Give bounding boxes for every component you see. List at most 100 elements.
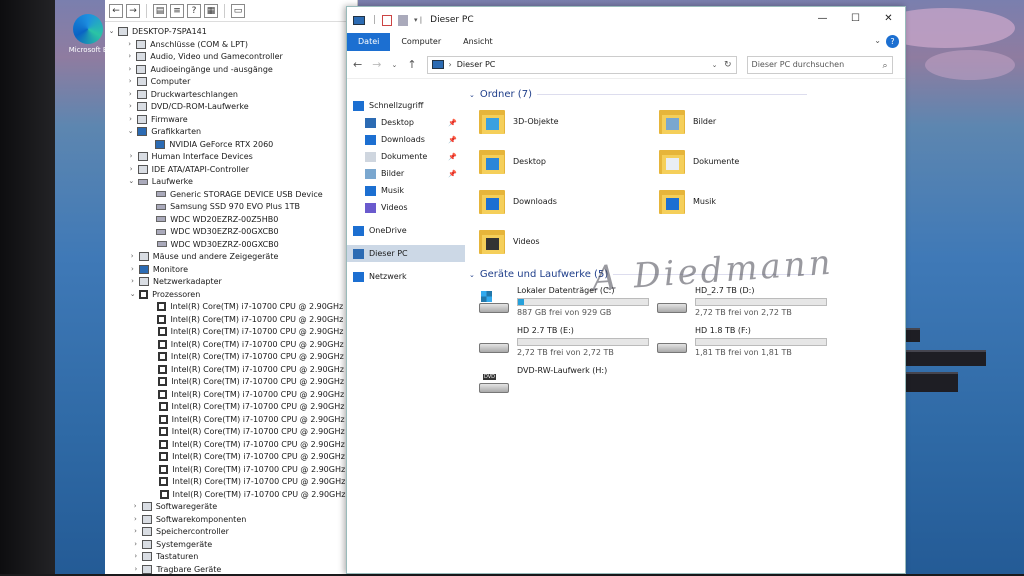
expand-chevron-icon[interactable]: ⌄ bbox=[127, 175, 136, 188]
device-tree-item[interactable]: › Netzwerkadapter bbox=[128, 275, 222, 288]
nav-item-onedrive[interactable]: OneDrive bbox=[347, 222, 465, 239]
device-tree-item[interactable]: › Tastaturen bbox=[131, 550, 198, 563]
device-tree-item[interactable]: Intel(R) Core(TM) i7-10700 CPU @ 2.90GHz bbox=[147, 325, 344, 338]
device-tree-item[interactable]: Intel(R) Core(TM) i7-10700 CPU @ 2.90GHz bbox=[147, 350, 344, 363]
device-tree-item[interactable]: › Human Interface Devices bbox=[127, 150, 253, 163]
device-tree-item[interactable]: ⌄ Prozessoren bbox=[128, 288, 200, 301]
refresh-icon[interactable]: ↻ bbox=[724, 60, 732, 70]
help-icon[interactable]: ? bbox=[886, 35, 899, 48]
nav-item-dokumente[interactable]: Dokumente 📌 bbox=[347, 148, 465, 165]
collapse-chevron-icon[interactable]: › bbox=[131, 525, 140, 538]
expand-chevron-icon[interactable]: ⌄ bbox=[126, 125, 135, 138]
properties-check-icon[interactable] bbox=[382, 14, 393, 26]
tab-datei[interactable]: Datei bbox=[347, 33, 391, 51]
drive-item[interactable]: DVD DVD-RW-Laufwerk (H:) bbox=[479, 365, 607, 393]
pin-icon[interactable]: 📌 bbox=[448, 153, 457, 161]
folder-item[interactable]: Downloads bbox=[479, 187, 557, 215]
forward-arrow-icon[interactable]: → bbox=[372, 58, 381, 71]
up-arrow-icon[interactable]: ↑ bbox=[407, 58, 416, 71]
nav-item-dieser-pc[interactable]: Dieser PC bbox=[347, 245, 465, 262]
folder-item[interactable]: 3D-Objekte bbox=[479, 107, 559, 135]
device-tree-item[interactable]: Intel(R) Core(TM) i7-10700 CPU @ 2.90GHz bbox=[146, 300, 343, 313]
minimize-icon[interactable]: — bbox=[806, 7, 839, 29]
device-tree-item[interactable]: Intel(R) Core(TM) i7-10700 CPU @ 2.90GHz bbox=[147, 375, 344, 388]
device-tree-item[interactable]: Intel(R) Core(TM) i7-10700 CPU @ 2.90GHz bbox=[148, 400, 344, 413]
recent-dropdown-icon[interactable]: ⌄ bbox=[391, 61, 397, 69]
expand-chevron-icon[interactable]: ⌄ bbox=[128, 288, 137, 301]
search-input[interactable]: Dieser PC durchsuchen ⌕ bbox=[746, 55, 893, 74]
device-tree-item[interactable]: Intel(R) Core(TM) i7-10700 CPU @ 2.90GHz bbox=[148, 463, 345, 476]
collapse-chevron-icon[interactable]: › bbox=[126, 88, 135, 101]
back-arrow-icon[interactable]: ← bbox=[353, 58, 362, 71]
pin-icon[interactable]: 📌 bbox=[448, 170, 457, 178]
nav-item-netzwerk[interactable]: Netzwerk bbox=[347, 268, 465, 285]
device-tree-item[interactable]: Intel(R) Core(TM) i7-10700 CPU @ 2.90GHz bbox=[147, 338, 344, 351]
folder-item[interactable]: Musik bbox=[659, 187, 716, 215]
properties-icon[interactable]: ▤ bbox=[153, 3, 167, 18]
device-tree-item[interactable]: Intel(R) Core(TM) i7-10700 CPU @ 2.90GHz bbox=[148, 475, 345, 488]
device-tree-item[interactable]: Intel(R) Core(TM) i7-10700 CPU @ 2.90GHz bbox=[147, 363, 344, 376]
nav-item-downloads[interactable]: Downloads 📌 bbox=[347, 131, 465, 148]
collapse-chevron-icon[interactable]: › bbox=[131, 513, 140, 526]
device-tree-item[interactable]: WDC WD20EZRZ-00Z5HB0 bbox=[145, 213, 278, 226]
collapse-chevron-icon[interactable]: › bbox=[127, 150, 136, 163]
device-tree-item[interactable]: ⌄ DESKTOP-7SPA141 bbox=[107, 25, 207, 38]
device-tree-item[interactable]: › Monitore bbox=[128, 263, 188, 276]
back-arrow-icon[interactable]: ← bbox=[109, 3, 123, 18]
folder-item[interactable]: Videos bbox=[479, 227, 540, 255]
collapse-chevron-icon[interactable]: › bbox=[125, 50, 134, 63]
device-tree-item[interactable]: WDC WD30EZRZ-00GXCB0 bbox=[146, 238, 279, 251]
maximize-icon[interactable]: ☐ bbox=[839, 7, 872, 29]
pin-icon[interactable]: 📌 bbox=[448, 119, 457, 127]
new-folder-icon[interactable] bbox=[398, 14, 409, 26]
address-field[interactable]: › Dieser PC ⌄ ↻ bbox=[426, 55, 737, 74]
device-tree-item[interactable]: › Softwarekomponenten bbox=[131, 513, 246, 526]
collapse-chevron-icon[interactable]: › bbox=[128, 275, 137, 288]
forward-arrow-icon[interactable]: → bbox=[126, 3, 140, 18]
pin-icon[interactable]: 📌 bbox=[448, 136, 457, 144]
collapse-chevron-icon[interactable]: › bbox=[126, 113, 135, 126]
device-tree-item[interactable]: › Computer bbox=[126, 75, 190, 88]
collapse-chevron-icon[interactable]: › bbox=[131, 538, 140, 551]
folder-item[interactable]: Dokumente bbox=[659, 147, 739, 175]
address-dropdown-icon[interactable]: ⌄ bbox=[712, 61, 718, 69]
collapse-chevron-icon[interactable]: › bbox=[127, 163, 136, 176]
details-icon[interactable]: ▦ bbox=[204, 3, 218, 18]
help-icon[interactable]: ? bbox=[187, 3, 201, 18]
collapse-chevron-icon[interactable]: › bbox=[125, 38, 134, 51]
device-tree-item[interactable]: › Softwaregeräte bbox=[131, 500, 217, 513]
tab-ansicht[interactable]: Ansicht bbox=[452, 33, 504, 51]
device-tree-item[interactable]: › Audio, Video und Gamecontroller bbox=[125, 50, 283, 63]
device-tree-item[interactable]: Intel(R) Core(TM) i7-10700 CPU @ 2.90GHz bbox=[149, 488, 345, 501]
folders-group-header[interactable]: ⌄ Ordner (7) bbox=[469, 89, 807, 100]
device-tree-item[interactable]: ⌄ Laufwerke bbox=[127, 175, 193, 188]
device-tree-item[interactable]: › Audioeingänge und -ausgänge bbox=[125, 63, 273, 76]
device-tree-item[interactable]: › Mäuse und andere Zeigegeräte bbox=[128, 250, 278, 263]
device-tree-item[interactable]: › Druckwarteschlangen bbox=[126, 88, 238, 101]
collapse-chevron-icon[interactable]: › bbox=[131, 550, 140, 563]
device-tree-item[interactable]: › IDE ATA/ATAPI-Controller bbox=[127, 163, 249, 176]
device-tree-item[interactable]: WDC WD30EZRZ-00GXCB0 bbox=[145, 225, 279, 238]
collapse-chevron-icon[interactable]: › bbox=[125, 63, 134, 76]
device-tree-item[interactable]: NVIDIA GeForce RTX 2060 bbox=[144, 138, 273, 151]
device-tree-item[interactable]: Intel(R) Core(TM) i7-10700 CPU @ 2.90GHz bbox=[148, 425, 345, 438]
collapse-chevron-icon[interactable]: › bbox=[128, 263, 137, 276]
device-tree-item[interactable]: › Firmware bbox=[126, 113, 188, 126]
quick-access-dropdown-icon[interactable]: ▾ | bbox=[414, 16, 422, 24]
monitor-scan-icon[interactable]: ▭ bbox=[231, 3, 245, 18]
device-tree-item[interactable]: Intel(R) Core(TM) i7-10700 CPU @ 2.90GHz bbox=[146, 313, 343, 326]
collapse-chevron-icon[interactable]: › bbox=[128, 250, 137, 263]
device-tree-item[interactable]: Generic STORAGE DEVICE USB Device bbox=[145, 188, 323, 201]
nav-item-desktop[interactable]: Desktop 📌 bbox=[347, 114, 465, 131]
collapse-chevron-icon[interactable]: › bbox=[131, 500, 140, 513]
drive-item[interactable]: HD 1.8 TB (F:) 1,81 TB frei von 1,81 TB bbox=[657, 325, 827, 357]
device-tree-item[interactable]: › Speichercontroller bbox=[131, 525, 229, 538]
ribbon-expand-icon[interactable]: ⌄ bbox=[874, 36, 881, 45]
device-tree-item[interactable]: Intel(R) Core(TM) i7-10700 CPU @ 2.90GHz bbox=[148, 413, 345, 426]
device-tree-item[interactable]: Intel(R) Core(TM) i7-10700 CPU @ 2.90GHz bbox=[148, 438, 345, 451]
device-tree-item[interactable]: ⌄ Grafikkarten bbox=[126, 125, 201, 138]
expand-chevron-icon[interactable]: ⌄ bbox=[107, 25, 116, 38]
nav-item-schnellzugriff[interactable]: Schnellzugriff bbox=[347, 97, 465, 114]
list-icon[interactable]: ≡ bbox=[170, 3, 184, 18]
device-tree-item[interactable]: › Systemgeräte bbox=[131, 538, 212, 551]
